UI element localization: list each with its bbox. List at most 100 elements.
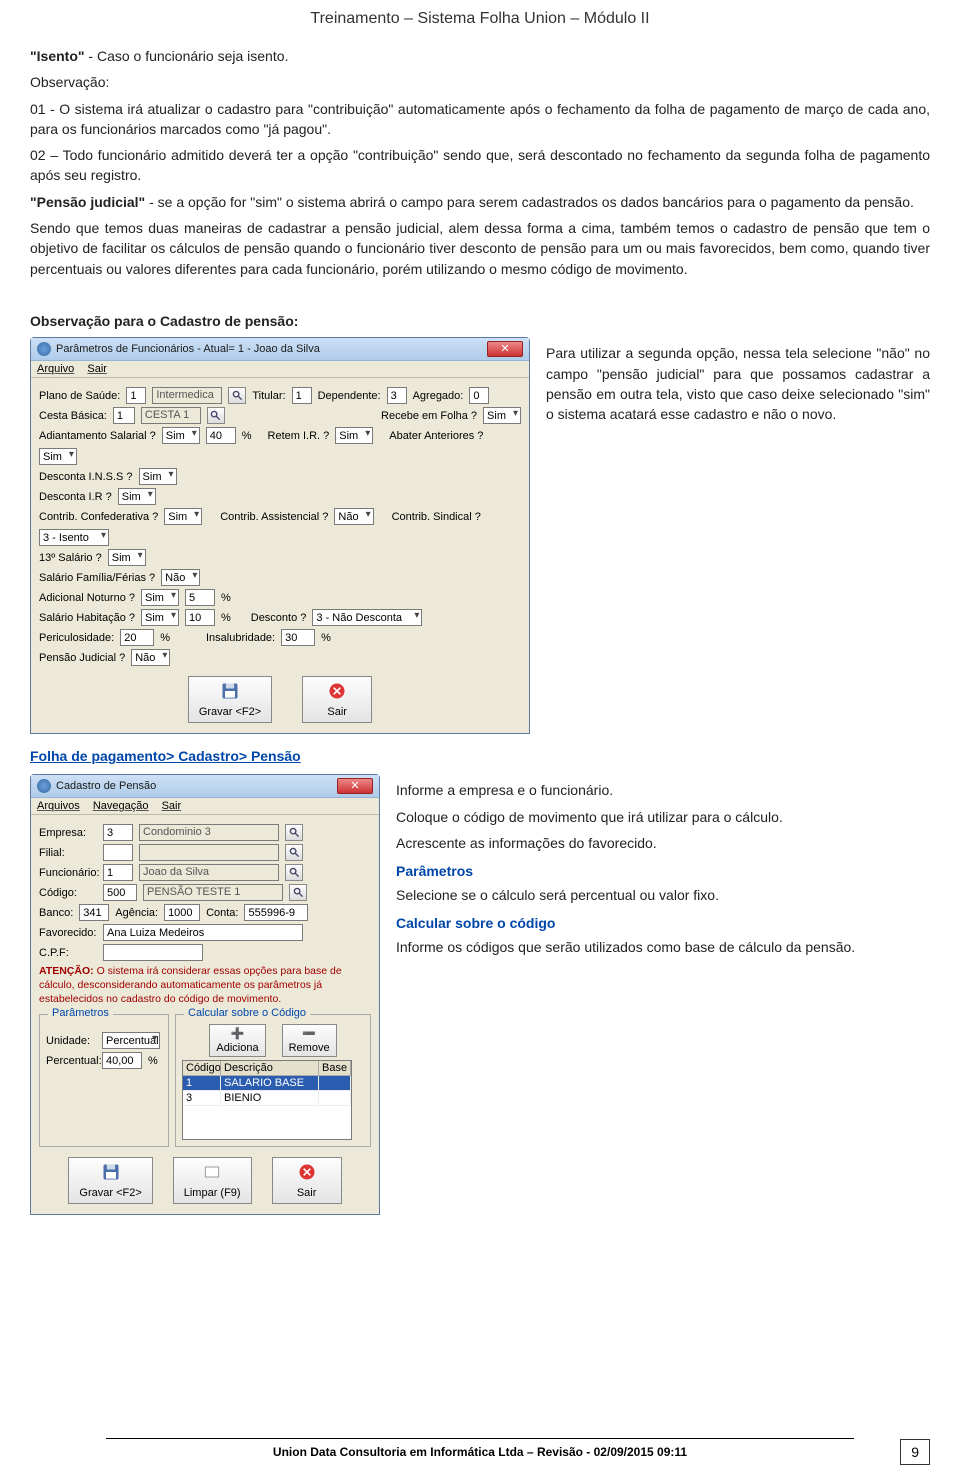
lbl-funcionario: Funcionário:	[39, 867, 97, 879]
menu-sair[interactable]: Sair	[162, 800, 182, 812]
adnot-pct-input[interactable]	[185, 589, 215, 606]
lbl-dependente: Dependente:	[318, 390, 381, 402]
cell-base	[319, 1091, 351, 1105]
filial-input[interactable]	[103, 844, 133, 861]
habit-pct-input[interactable]	[185, 609, 215, 626]
search-icon[interactable]	[285, 824, 303, 841]
inss-select[interactable]: Sim	[139, 468, 177, 485]
habit-select[interactable]: Sim	[141, 609, 179, 626]
confed-select[interactable]: Sim	[164, 508, 202, 525]
titular-input[interactable]	[292, 387, 312, 404]
menu-sair[interactable]: Sair	[87, 363, 107, 375]
empresa-nome-display: Condominio 3	[139, 824, 279, 841]
pct-label: %	[221, 592, 231, 604]
lbl-salfam-ferias: Salário Família/Férias ?	[39, 572, 155, 584]
search-icon[interactable]	[228, 387, 246, 404]
sair-label: Sair	[297, 1187, 317, 1199]
sair-button[interactable]: Sair	[272, 1157, 342, 1204]
lbl-cpf: C.P.F:	[39, 947, 97, 959]
banco-input[interactable]	[79, 904, 109, 921]
unidade-select[interactable]: Percentual	[102, 1032, 160, 1049]
para-isento: "Isento" - Caso o funcionário seja isent…	[30, 46, 930, 66]
lbl-desconto: Desconto ?	[251, 612, 307, 624]
sindical-select[interactable]: 3 - Isento	[39, 529, 109, 546]
agregado-input[interactable]	[469, 387, 489, 404]
pct-label: %	[242, 430, 252, 442]
lbl-favorecido: Favorecido:	[39, 927, 97, 939]
page-header: Treinamento – Sistema Folha Union – Módu…	[30, 10, 930, 28]
insal-input[interactable]	[281, 629, 315, 646]
cell-codigo: 3	[183, 1091, 221, 1105]
search-icon[interactable]	[289, 884, 307, 901]
nav-path-pensao[interactable]: Folha de pagamento> Cadastro> Pensão	[30, 748, 301, 764]
abater-ant-select[interactable]: Sim	[39, 448, 77, 465]
favorecido-input[interactable]	[103, 924, 303, 941]
pensao-select[interactable]: Não	[131, 649, 170, 666]
ir-select[interactable]: Sim	[118, 488, 156, 505]
gravar-button[interactable]: Gravar <F2>	[68, 1157, 152, 1204]
win1-title: Parâmetros de Funcionários - Atual= 1 - …	[56, 343, 487, 355]
grid-header-codigo: Código	[183, 1061, 221, 1075]
lbl-desconta-inss: Desconta I.N.S.S ?	[39, 471, 133, 483]
adiciona-button[interactable]: ➕ Adiciona	[209, 1024, 265, 1057]
cesta-cod-input[interactable]	[113, 407, 135, 424]
table-row[interactable]: 3 BIENIO	[183, 1091, 351, 1106]
sair-button[interactable]: Sair	[302, 676, 372, 723]
lbl-adicional-noturno: Adicional Noturno ?	[39, 592, 135, 604]
search-icon[interactable]	[285, 864, 303, 881]
codigo-input[interactable]	[103, 884, 137, 901]
conta-input[interactable]	[244, 904, 308, 921]
menu-arquivo[interactable]: Arquivo	[37, 363, 74, 375]
recebe-folha-select[interactable]: Sim	[483, 407, 521, 424]
win2-titlebar[interactable]: Cadastro de Pensão ✕	[31, 775, 379, 798]
remove-label: Remove	[289, 1042, 330, 1054]
grid-header-base: Base	[319, 1061, 351, 1075]
sal13-select[interactable]: Sim	[108, 549, 146, 566]
win-cadastro-pensao: Cadastro de Pensão ✕ Arquivos Navegação …	[30, 774, 380, 1215]
retem-ir-select[interactable]: Sim	[335, 427, 373, 444]
adiciona-label: Adiciona	[216, 1042, 258, 1054]
limpar-button[interactable]: Limpar (F9)	[173, 1157, 252, 1204]
lbl-recebe-folha: Recebe em Folha ?	[381, 410, 477, 422]
lbl-percentual: Percentual:	[46, 1055, 96, 1067]
plano-cod-input[interactable]	[126, 387, 146, 404]
atencao-text: ATENÇÃO: O sistema irá considerar essas …	[39, 965, 371, 1006]
desconto-select[interactable]: 3 - Não Desconta	[312, 609, 422, 626]
menu-navegacao[interactable]: Navegação	[93, 800, 149, 812]
remove-button[interactable]: ➖ Remove	[282, 1024, 337, 1057]
agencia-input[interactable]	[164, 904, 200, 921]
empresa-input[interactable]	[103, 824, 133, 841]
salfam-select[interactable]: Não	[161, 569, 200, 586]
search-icon[interactable]	[285, 844, 303, 861]
peric-input[interactable]	[120, 629, 154, 646]
func-input[interactable]	[103, 864, 133, 881]
assist-select[interactable]: Não	[334, 508, 373, 525]
menu-arquivos[interactable]: Arquivos	[37, 800, 80, 812]
cell-descricao: SALARIO BASE	[221, 1076, 319, 1090]
close-icon[interactable]: ✕	[487, 341, 523, 357]
adnot-select[interactable]: Sim	[141, 589, 179, 606]
clear-icon	[202, 1162, 222, 1185]
codigos-grid[interactable]: Código Descrição Base 1 SALARIO BASE	[182, 1060, 352, 1140]
side2-a: Informe a empresa e o funcionário.	[396, 780, 930, 800]
cpf-input[interactable]	[103, 944, 203, 961]
pct-label: %	[321, 632, 331, 644]
adiant-pct-input[interactable]	[206, 427, 236, 444]
percentual-input[interactable]	[102, 1052, 142, 1069]
lbl-conta: Conta:	[206, 907, 238, 919]
lbl-13-salario: 13º Salário ?	[39, 552, 102, 564]
adiant-select[interactable]: Sim	[162, 427, 200, 444]
minus-icon: ➖	[302, 1027, 316, 1040]
win1-titlebar[interactable]: Parâmetros de Funcionários - Atual= 1 - …	[31, 338, 529, 361]
para-obs-2: 02 – Todo funcionário admitido deverá te…	[30, 145, 930, 186]
table-row[interactable]: 1 SALARIO BASE	[183, 1076, 351, 1091]
lbl-banco: Banco:	[39, 907, 73, 919]
gravar-button[interactable]: Gravar <F2>	[188, 676, 272, 723]
win-app-icon	[37, 342, 51, 356]
dependente-input[interactable]	[387, 387, 407, 404]
side2-b: Coloque o código de movimento que irá ut…	[396, 807, 930, 827]
page-number: 9	[900, 1439, 930, 1465]
close-icon[interactable]: ✕	[337, 778, 373, 794]
search-icon[interactable]	[207, 407, 225, 424]
lbl-agregado: Agregado:	[413, 390, 464, 402]
